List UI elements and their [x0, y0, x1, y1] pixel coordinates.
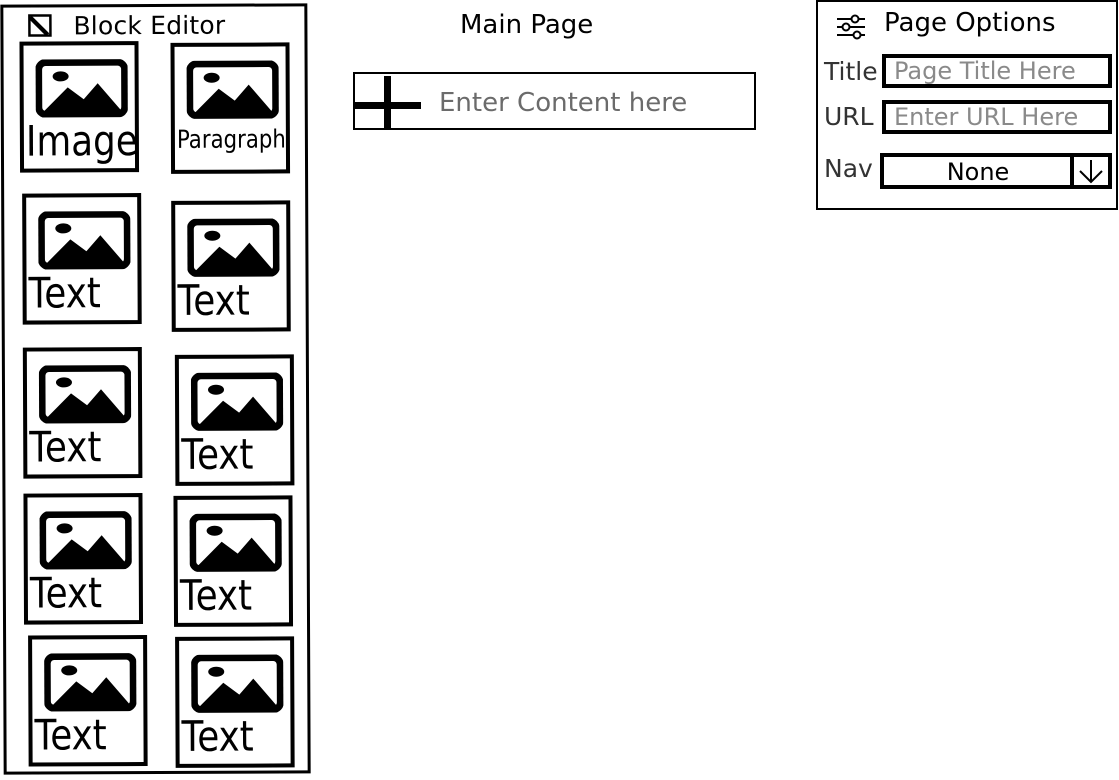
nav-select[interactable]: None — [880, 153, 1112, 189]
block-text[interactable]: Text — [22, 193, 142, 325]
block-text[interactable]: Text — [22, 347, 143, 479]
block-editor-title: Block Editor — [73, 10, 226, 40]
sliders-icon — [837, 14, 865, 40]
block-label: Text — [179, 570, 253, 620]
block-label: Image — [25, 116, 138, 166]
block-paragraph[interactable]: Paragraph — [170, 42, 291, 174]
image-icon — [35, 59, 128, 118]
nav-label: Nav — [824, 154, 873, 183]
block-label: Text — [29, 422, 102, 472]
block-label: Text — [28, 268, 101, 318]
block-editor-header: Block Editor — [27, 9, 225, 42]
block-text[interactable]: Text — [174, 354, 295, 486]
block-text[interactable]: Text — [28, 635, 148, 767]
block-editor-panel: Block Editor Image Paragraph Text Text T… — [0, 3, 311, 775]
block-text[interactable]: Text — [171, 200, 291, 332]
title-label: Title — [824, 57, 878, 86]
page-options-title: Page Options — [884, 8, 1056, 38]
image-icon — [186, 60, 279, 119]
block-image[interactable]: Image — [19, 41, 140, 173]
edit-icon — [28, 14, 52, 37]
block-label: Text — [29, 568, 103, 618]
nav-selected-value: None — [946, 158, 1010, 186]
block-label: Text — [177, 275, 250, 325]
block-label: Text — [34, 710, 107, 760]
content-placeholder: Enter Content here — [439, 88, 688, 118]
page-options-panel: Page Options Title Page Title Here URL E… — [816, 0, 1118, 210]
content-input[interactable]: Enter Content here — [353, 72, 756, 130]
page-title-field[interactable]: Page Title Here — [882, 54, 1112, 88]
block-text[interactable]: Text — [23, 493, 144, 625]
block-label: Text — [181, 429, 254, 479]
image-icon — [38, 365, 132, 424]
block-text[interactable]: Text — [175, 636, 295, 768]
block-label: Paragraph — [176, 124, 286, 154]
image-icon — [191, 654, 284, 713]
image-icon — [44, 653, 137, 712]
image-icon — [39, 511, 132, 570]
image-icon — [190, 372, 284, 431]
arrow-down-icon — [1079, 160, 1103, 184]
block-text[interactable]: Text — [173, 495, 294, 627]
page-title-placeholder: Page Title Here — [894, 57, 1076, 85]
image-icon — [187, 218, 280, 277]
add-icon[interactable] — [355, 76, 421, 130]
dropdown-toggle[interactable] — [1070, 157, 1108, 185]
image-icon — [189, 513, 282, 572]
block-label: Text — [181, 711, 254, 761]
url-field[interactable]: Enter URL Here — [882, 100, 1112, 134]
url-placeholder: Enter URL Here — [894, 103, 1079, 131]
image-icon — [38, 211, 131, 270]
main-page-title: Main Page — [460, 10, 594, 40]
url-label: URL — [824, 102, 874, 131]
